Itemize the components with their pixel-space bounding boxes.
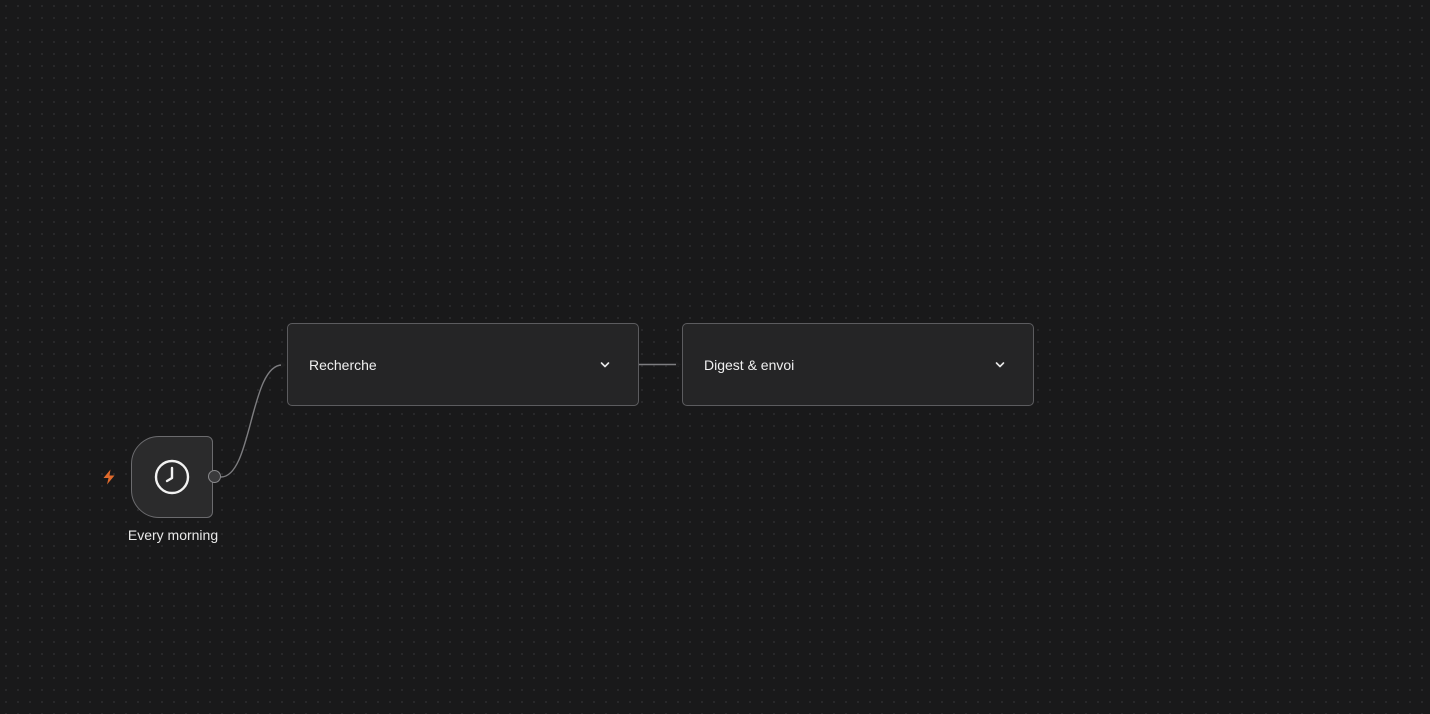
step-node-digest-envoi[interactable]: Digest & envoi bbox=[682, 323, 1034, 406]
edge-trigger-to-recherche[interactable] bbox=[220, 364, 283, 478]
step-node-recherche[interactable]: Recherche bbox=[287, 323, 639, 406]
trigger-label: Every morning bbox=[127, 527, 219, 543]
edge-arrow-recherche bbox=[281, 361, 286, 369]
clock-icon bbox=[154, 459, 190, 495]
lightning-bolt-icon bbox=[103, 469, 115, 485]
step-title: Recherche bbox=[309, 357, 377, 373]
step-title: Digest & envoi bbox=[704, 357, 795, 373]
trigger-node-every-morning[interactable] bbox=[131, 436, 213, 518]
chevron-down-icon[interactable] bbox=[598, 358, 612, 372]
chevron-down-icon[interactable] bbox=[993, 358, 1007, 372]
trigger-output-handle[interactable] bbox=[208, 470, 221, 483]
edge-arrow-digest bbox=[676, 361, 681, 368]
workflow-canvas[interactable]: Every morning Recherche Digest & envoi bbox=[0, 0, 1430, 714]
